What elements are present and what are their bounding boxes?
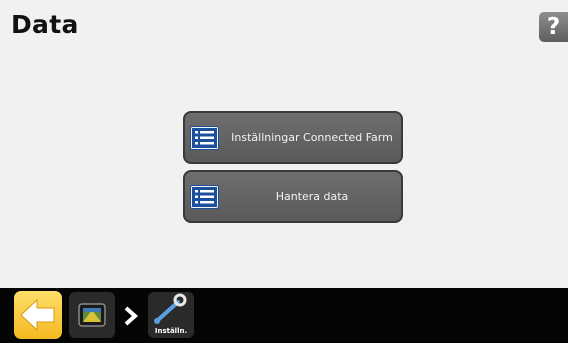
back-arrow-icon [20, 298, 55, 332]
page-title: Data [11, 10, 79, 39]
help-button[interactable]: ? [539, 12, 568, 42]
manage-data-button[interactable]: Hantera data [183, 170, 403, 223]
list-icon [190, 184, 219, 209]
connected-farm-settings-label: Inställningar Connected Farm [231, 130, 393, 144]
display-home-icon [78, 303, 106, 327]
list-icon [190, 125, 219, 150]
breadcrumb-home[interactable] [69, 292, 115, 338]
connected-farm-settings-button[interactable]: Inställningar Connected Farm [183, 111, 403, 164]
chevron-right-icon [124, 306, 139, 326]
bottom-navigation-bar: Inställn. [0, 288, 568, 343]
breadcrumb-settings[interactable]: Inställn. [148, 292, 194, 338]
breadcrumb-settings-label: Inställn. [154, 327, 188, 335]
help-icon: ? [546, 14, 561, 40]
manage-data-label: Hantera data [275, 189, 349, 203]
back-button[interactable] [14, 291, 62, 339]
